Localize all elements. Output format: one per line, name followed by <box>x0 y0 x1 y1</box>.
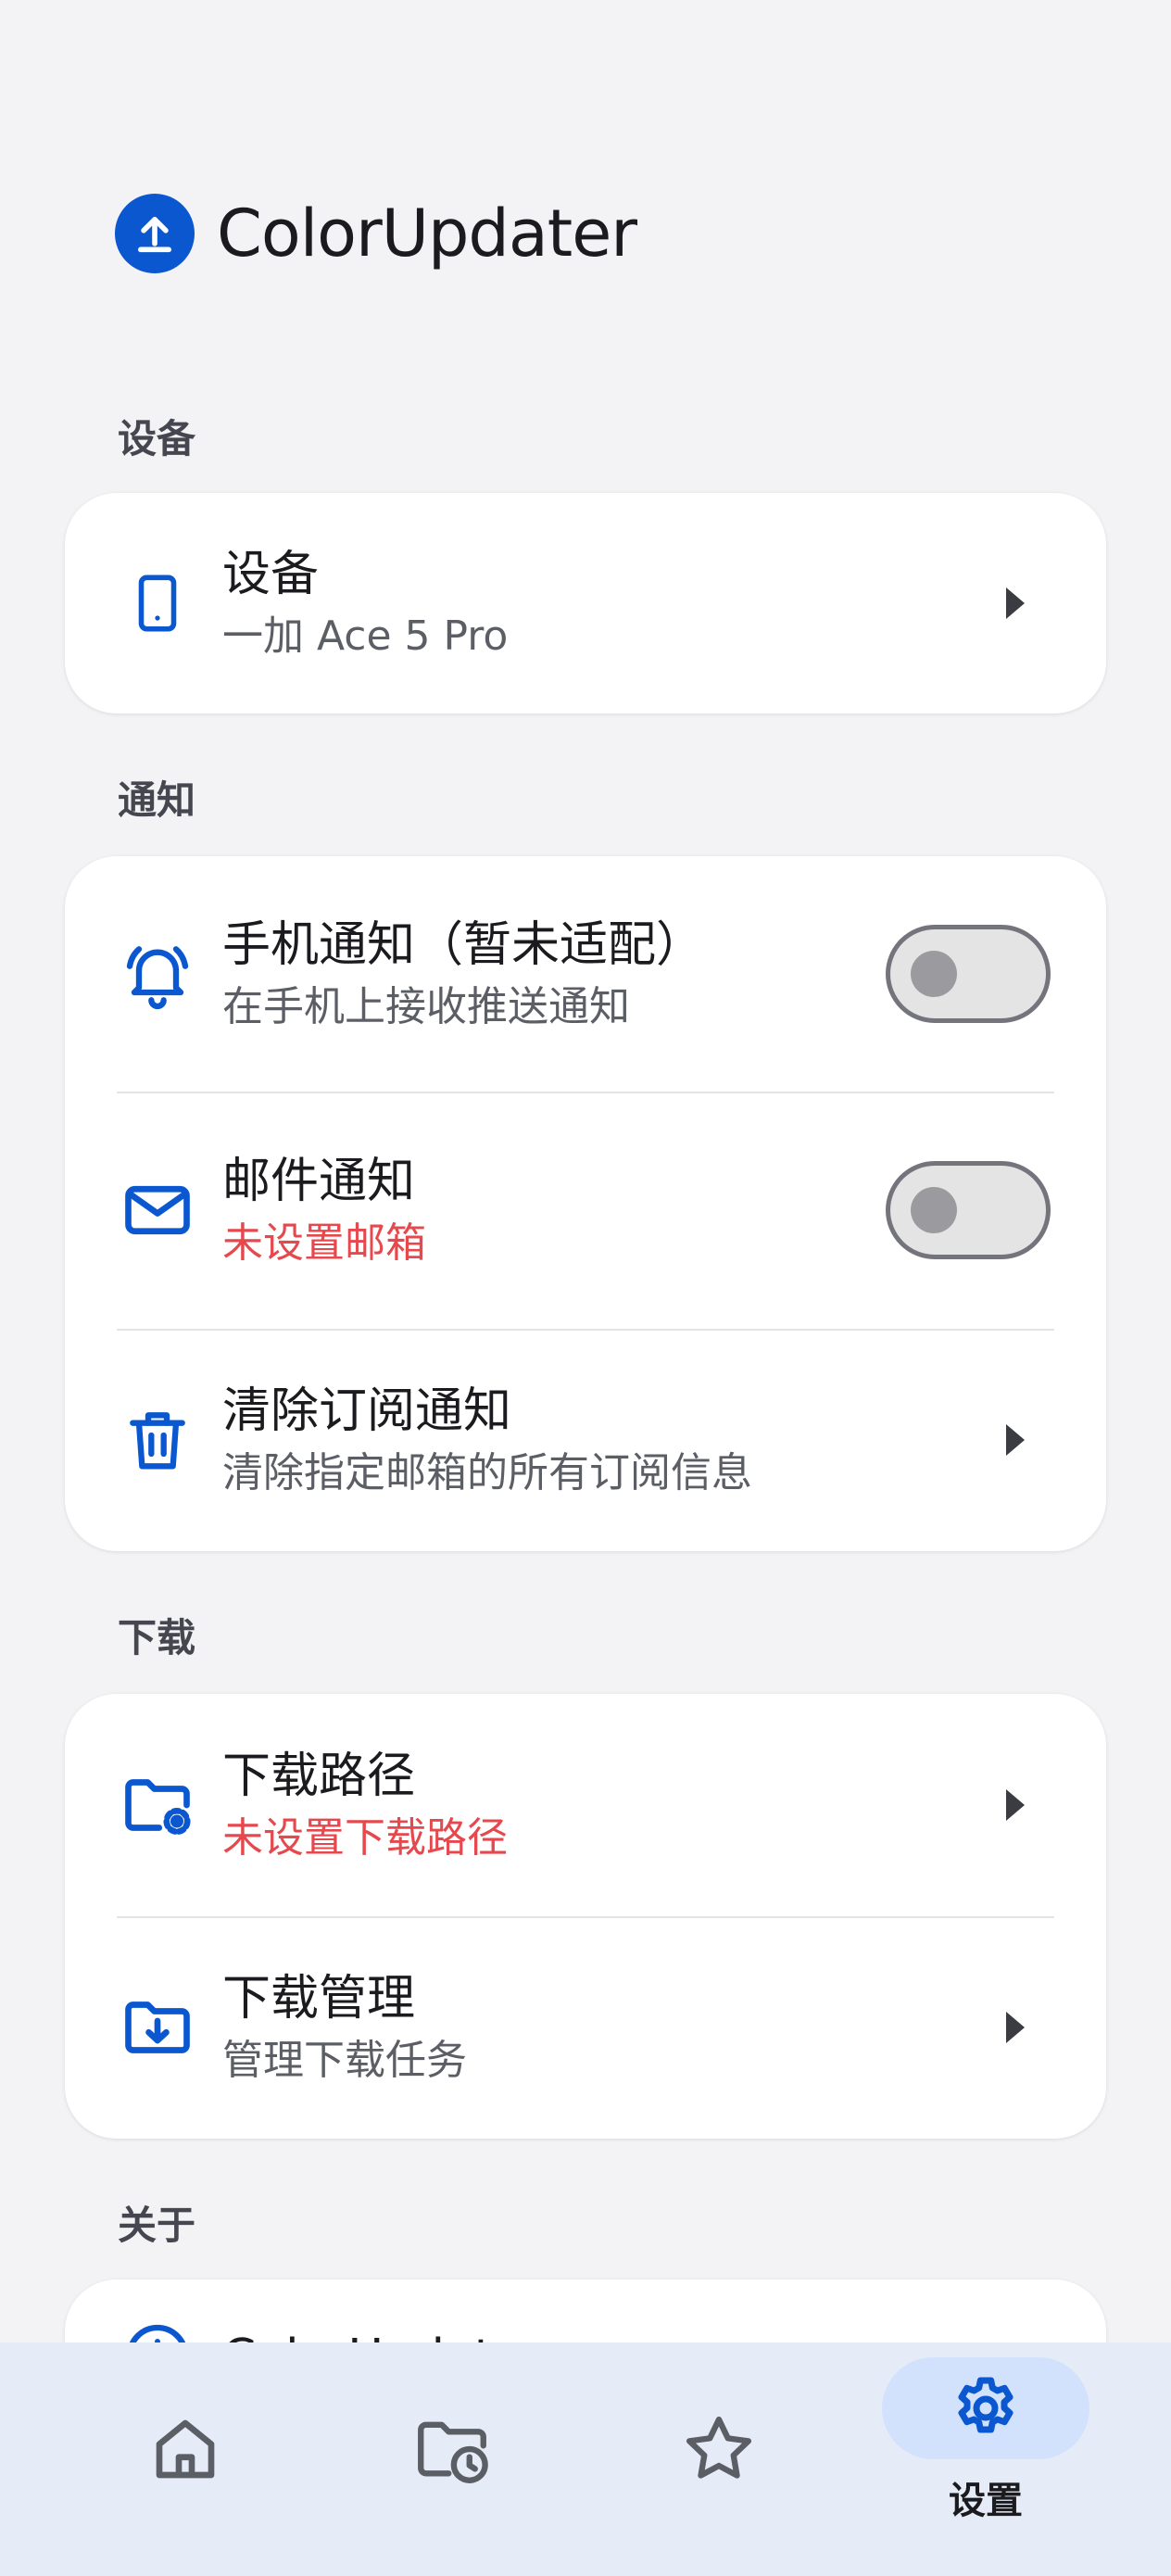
clear-subscription-subtitle: 清除指定邮箱的所有订阅信息 <box>222 1449 752 1496</box>
clear-subscription-row[interactable]: 清除订阅通知 清除指定邮箱的所有订阅信息 <box>65 1329 1106 1551</box>
settings-gear-icon <box>882 2357 1089 2459</box>
download-card: 下载路径 未设置下载路径 下载管理 管理下载任务 <box>65 1694 1106 2139</box>
phone-notify-title: 手机通知（暂未适配） <box>222 917 705 973</box>
phone-notify-subtitle: 在手机上接收推送通知 <box>222 983 630 1030</box>
email-notify-row[interactable]: 邮件通知 未设置邮箱 <box>65 1092 1106 1329</box>
download-path-title: 下载路径 <box>222 1749 416 1804</box>
chevron-right-icon <box>1006 1424 1025 1456</box>
home-icon <box>82 2398 289 2500</box>
section-label-about: 关于 <box>118 2203 196 2248</box>
app-title: ColorUpdater <box>217 196 637 271</box>
folder-download-icon <box>119 1989 196 2066</box>
download-path-subtitle: 未设置下载路径 <box>222 1814 508 1862</box>
notify-card: 手机通知（暂未适配） 在手机上接收推送通知 邮件通知 未设置邮箱 清除订阅通知 <box>65 856 1106 1551</box>
email-notify-subtitle: 未设置邮箱 <box>222 1219 426 1267</box>
mail-icon <box>119 1171 196 1249</box>
nav-history[interactable] <box>306 2342 598 2576</box>
download-manage-subtitle: 管理下载任务 <box>222 2037 467 2084</box>
star-icon <box>615 2398 823 2500</box>
email-notify-toggle[interactable] <box>886 1161 1051 1259</box>
section-label-download: 下载 <box>118 1615 196 1661</box>
bell-icon <box>119 935 196 1013</box>
download-manage-row[interactable]: 下载管理 管理下载任务 <box>65 1916 1106 2139</box>
chevron-right-icon <box>1006 2012 1025 2043</box>
phone-notify-toggle[interactable] <box>886 925 1051 1023</box>
section-label-notify: 通知 <box>118 777 196 823</box>
device-card: 设备 一加 Ace 5 Pro <box>65 493 1106 713</box>
device-subtitle: 一加 Ace 5 Pro <box>222 612 509 660</box>
clear-subscription-title: 清除订阅通知 <box>222 1383 512 1439</box>
section-label-device: 设备 <box>118 416 196 461</box>
download-path-row[interactable]: 下载路径 未设置下载路径 <box>65 1694 1106 1916</box>
email-notify-title: 邮件通知 <box>222 1154 416 1209</box>
bottom-navigation: 设置 <box>0 2342 1171 2576</box>
nav-settings-label: 设置 <box>949 2480 1023 2522</box>
trash-icon <box>119 1401 196 1479</box>
nav-favorites[interactable] <box>573 2342 865 2576</box>
phone-icon <box>119 564 196 642</box>
device-title: 设备 <box>222 547 320 602</box>
nav-settings[interactable]: 设置 <box>839 2342 1132 2576</box>
chevron-right-icon <box>1006 1789 1025 1821</box>
upload-circle-icon <box>115 194 195 273</box>
download-manage-title: 下载管理 <box>222 1971 416 2027</box>
chevron-right-icon <box>1006 587 1025 619</box>
folder-clock-icon <box>348 2398 556 2500</box>
nav-home[interactable] <box>39 2342 332 2576</box>
phone-notify-row[interactable]: 手机通知（暂未适配） 在手机上接收推送通知 <box>65 856 1106 1092</box>
folder-settings-icon <box>119 1766 196 1844</box>
app-header: ColorUpdater <box>115 193 637 274</box>
device-row[interactable]: 设备 一加 Ace 5 Pro <box>65 493 1106 713</box>
